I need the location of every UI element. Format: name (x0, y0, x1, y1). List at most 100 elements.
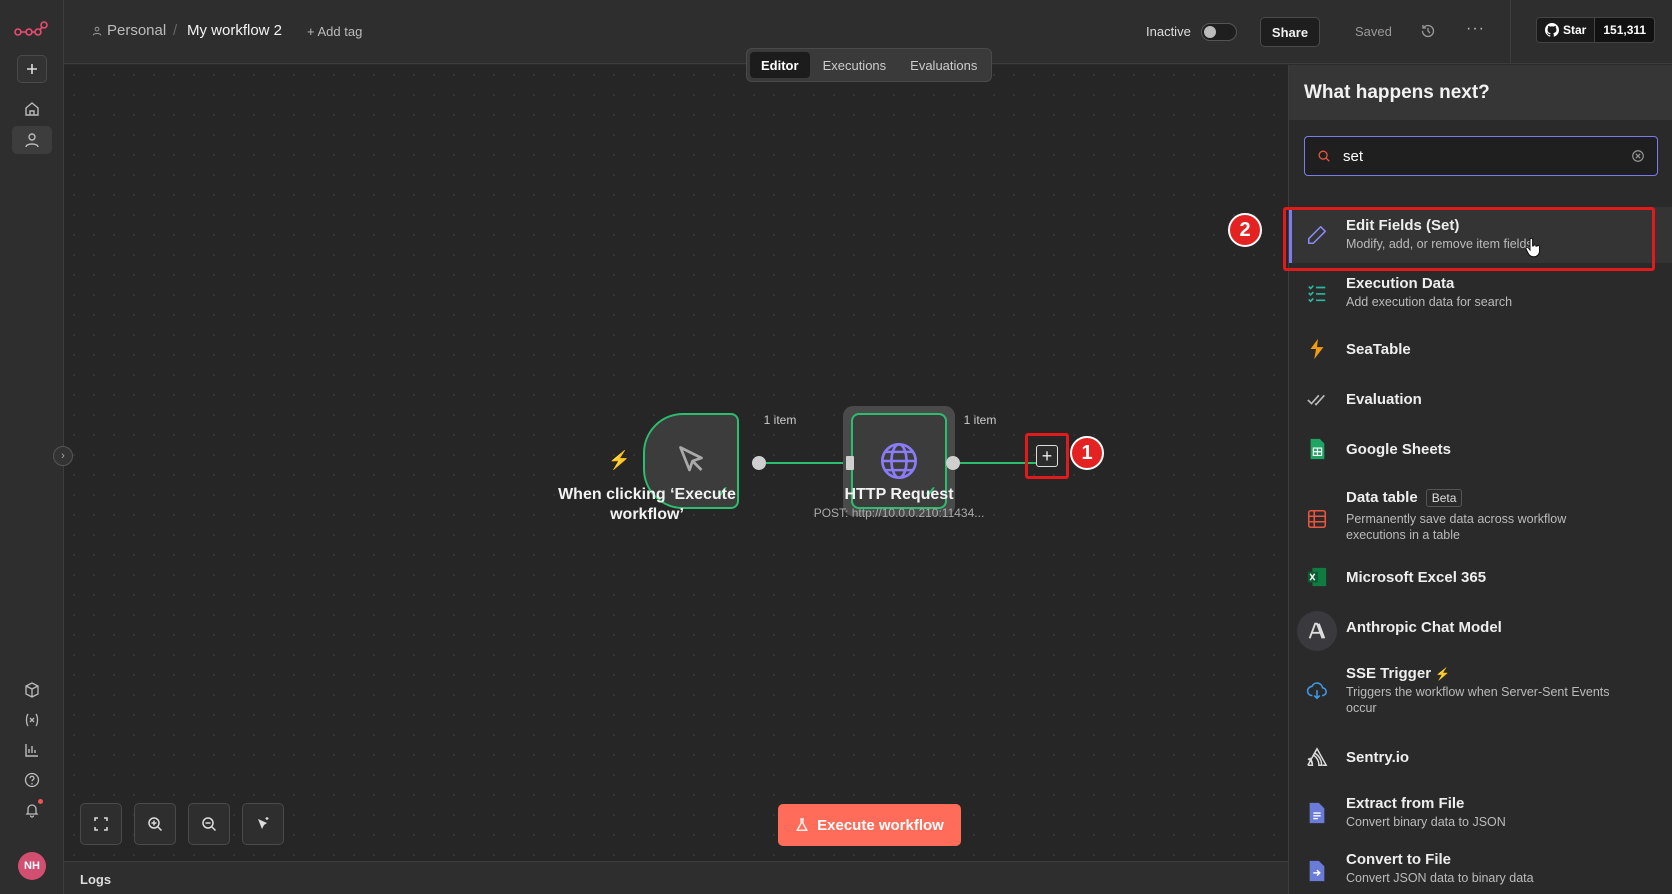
hand-cursor-icon (1525, 238, 1541, 258)
share-button[interactable]: Share (1260, 17, 1320, 47)
node-item-title: Convert to File (1346, 851, 1452, 868)
node-item-title-text: SSE Trigger (1346, 665, 1432, 682)
add-tag-button[interactable]: + Add tag (307, 24, 362, 39)
flask-icon (796, 818, 809, 831)
github-icon (1545, 23, 1559, 37)
canvas-controls (80, 803, 284, 845)
node-item-evaluation[interactable]: Evaluation (1289, 377, 1672, 421)
node-item-execution-data[interactable]: Execution Data Add execution data for se… (1289, 265, 1672, 321)
notification-dot (38, 799, 43, 804)
bell-icon (25, 804, 39, 818)
node-item-desc: Convert binary data to JSON (1346, 815, 1506, 829)
variables-icon (25, 713, 39, 727)
view-tabs: Editor Executions Evaluations (746, 48, 993, 82)
node-item-extract-from-file[interactable]: Extract from File Convert binary data to… (1289, 787, 1672, 843)
sidebar-item-templates[interactable] (12, 676, 52, 704)
fit-view-button[interactable] (80, 803, 122, 845)
node-item-data-table[interactable]: Data table Beta Permanently save data acr… (1289, 485, 1672, 551)
execute-workflow-button[interactable]: Execute workflow (778, 804, 961, 846)
fullscreen-icon (94, 817, 108, 831)
github-star-label: Star (1563, 23, 1587, 37)
avatar[interactable]: NH (18, 852, 46, 880)
table-icon (1301, 503, 1333, 535)
tab-editor[interactable]: Editor (750, 52, 810, 78)
breadcrumb-project[interactable]: Personal (92, 22, 166, 39)
annotation-badge-1: 1 (1070, 436, 1104, 470)
header-divider (1510, 0, 1511, 64)
connection-line[interactable] (766, 462, 854, 464)
google-sheets-icon (1301, 433, 1333, 465)
node-item-desc: Add execution data for search (1346, 295, 1513, 309)
node-item-convert-to-file[interactable]: Convert to File Convert JSON data to bin… (1289, 845, 1672, 894)
node-item-title: Execution Data (1346, 275, 1455, 292)
home-icon (25, 102, 39, 116)
file-convert-icon (1301, 855, 1333, 887)
plus-icon (27, 64, 37, 74)
node-item-title: Data table Beta (1346, 489, 1463, 507)
history-icon[interactable] (1420, 23, 1436, 39)
node-item-title: Evaluation (1346, 391, 1422, 408)
box-icon (25, 682, 39, 698)
zoom-out-button[interactable] (188, 803, 230, 845)
sidebar-item-notifications[interactable] (12, 796, 52, 824)
node-item-title: Microsoft Excel 365 (1346, 569, 1487, 586)
http-node-label: HTTP Request (844, 486, 954, 503)
trigger-node-label: When clicking ‘Execute workflow’ (558, 486, 736, 523)
create-button[interactable] (17, 55, 47, 83)
connection-label: 1 item (963, 413, 997, 427)
clear-search-icon[interactable] (1631, 149, 1645, 163)
node-item-title: Google Sheets (1346, 441, 1452, 458)
double-check-icon (1301, 383, 1333, 415)
wand-icon (258, 817, 269, 829)
node-item-seatable[interactable]: SeaTable (1289, 327, 1672, 371)
active-toggle[interactable] (1201, 23, 1237, 41)
zoom-in-icon (148, 817, 163, 832)
cursor-click-icon (679, 446, 703, 472)
sidebar-item-personal[interactable] (12, 126, 52, 154)
checklist-icon (1301, 277, 1333, 309)
tab-evaluations[interactable]: Evaluations (899, 52, 988, 78)
file-extract-icon (1301, 797, 1333, 829)
sentry-icon (1301, 741, 1333, 773)
trigger-bolt-icon: ⚡ (1435, 667, 1451, 681)
sidebar-item-variables[interactable] (12, 706, 52, 734)
connection-label: 1 item (763, 413, 797, 427)
add-node-button-highlight[interactable]: + (1025, 433, 1069, 479)
search-icon (1318, 150, 1330, 162)
sidebar-item-help[interactable] (12, 766, 52, 794)
node-item-desc: Triggers the workflow when Server-Sent E… (1346, 685, 1610, 715)
node-item-google-sheets[interactable]: Google Sheets (1289, 427, 1672, 471)
logs-panel-bar[interactable]: Logs (64, 861, 1288, 894)
node-search-input[interactable]: set (1304, 136, 1658, 176)
workflow-title[interactable]: My workflow 2 (187, 22, 282, 39)
node-item-title: SSE Trigger ⚡ (1346, 665, 1450, 682)
tab-executions[interactable]: Executions (812, 52, 898, 78)
more-options-icon[interactable]: ··· (1466, 20, 1485, 38)
annotation-highlight-box (1283, 207, 1655, 271)
zoom-in-button[interactable] (134, 803, 176, 845)
workflow-canvas[interactable]: Editor Executions Evaluations › ⚡ ✓ 1 it… (53, 48, 1288, 861)
n8n-logo-icon[interactable] (14, 20, 48, 40)
tidy-up-button[interactable] (242, 803, 284, 845)
trigger-output-port[interactable] (752, 456, 766, 470)
http-output-port[interactable] (946, 456, 960, 470)
node-item-title-text: Data table (1346, 489, 1418, 506)
plus-icon: + (1036, 445, 1058, 467)
sidebar-item-insights[interactable] (12, 736, 52, 764)
sidebar-item-home[interactable] (12, 95, 52, 123)
node-item-anthropic-chat-model[interactable]: Anthropic Chat Model (1289, 605, 1672, 651)
expand-sidebar-button[interactable]: › (53, 446, 73, 466)
http-input-port[interactable] (846, 456, 854, 470)
github-star-count: 151,311 (1594, 18, 1655, 42)
search-value: set (1343, 148, 1364, 165)
node-item-microsoft-excel[interactable]: Microsoft Excel 365 (1289, 555, 1672, 599)
execute-workflow-label: Execute workflow (817, 816, 944, 834)
user-icon (25, 133, 39, 148)
github-star-button[interactable]: Star 151,311 (1536, 17, 1656, 43)
cloud-download-icon (1301, 675, 1333, 707)
node-item-sse-trigger[interactable]: SSE Trigger ⚡ Triggers the workflow when… (1289, 663, 1672, 719)
breadcrumb-project-label: Personal (107, 22, 167, 39)
node-item-sentry[interactable]: Sentry.io (1289, 735, 1672, 779)
help-icon (24, 772, 40, 788)
left-sidebar: NH (0, 0, 64, 894)
